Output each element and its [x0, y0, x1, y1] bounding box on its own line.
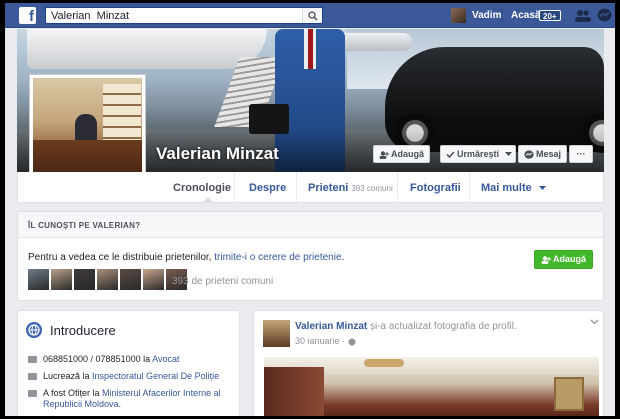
tab-more-label: Mai multe: [481, 182, 532, 194]
intro-card: Introducere 068851000 / 078851000 la Avo…: [17, 310, 240, 416]
timeline-tabs: Cronologie Despre Prieteni 393 comuni Fot…: [17, 172, 604, 203]
nav-divider: [501, 9, 502, 22]
post-date[interactable]: 30 ianuarie ·: [295, 336, 356, 346]
add-friend-button[interactable]: Adaugă: [373, 145, 430, 163]
profile-name[interactable]: Valerian Minzat: [156, 144, 279, 164]
mutual-friend-avatar[interactable]: [97, 269, 118, 290]
globe-icon: [26, 322, 42, 338]
post-photo-chandelier: [364, 359, 404, 367]
mutual-friends-count[interactable]: 393 de prieteni comuni: [172, 276, 273, 287]
message-label: Mesaj: [536, 149, 562, 159]
chevron-down-icon: [538, 185, 546, 190]
post-photo-curtain: [264, 367, 324, 416]
check-icon: [446, 151, 455, 159]
tab-friends-count: 393 comuni: [351, 184, 393, 193]
mutual-friend-avatar[interactable]: [28, 269, 49, 290]
home-badge: 20+: [539, 10, 561, 21]
tab-about[interactable]: Despre: [249, 182, 286, 194]
browser-frame: f Vadim Acasă 20+: [5, 3, 615, 416]
mutual-friend-avatar[interactable]: [74, 269, 95, 290]
intro-item-text: Lucrează la: [43, 371, 93, 381]
mutual-friend-avatar[interactable]: [120, 269, 141, 290]
intro-item-text: A fost Ofițer la: [43, 388, 103, 398]
search-input[interactable]: [51, 9, 301, 23]
intro-item-work: Lucrează la Inspectoratul General De Pol…: [28, 371, 219, 381]
know-person-panel: ÎL CUNOȘTI PE VALERIAN? Pentru a vedea c…: [17, 211, 604, 301]
message-button[interactable]: Mesaj: [518, 145, 567, 163]
tab-timeline[interactable]: Cronologie: [173, 182, 231, 194]
intro-title: Introducere: [50, 323, 116, 338]
timeline-post: Valerian Minzat și-a actualizat fotograf…: [253, 310, 604, 416]
more-options-button[interactable]: ···: [569, 145, 593, 163]
know-panel-header: ÎL CUNOȘTI PE VALERIAN?: [18, 212, 603, 238]
intro-item-link[interactable]: Avocat: [152, 354, 179, 364]
intro-item-link[interactable]: Inspectoratul General De Poliție: [92, 371, 219, 381]
messages-icon[interactable]: [597, 8, 612, 23]
add-friend-icon: [379, 150, 389, 159]
know-panel-text-before: Pentru a vedea ce le distribuie prieteni…: [28, 252, 215, 263]
intro-item-past-work: A fost Ofițer la Ministerul Afacerilor I…: [28, 388, 221, 398]
search-button[interactable]: [302, 8, 322, 23]
briefcase-icon: [28, 390, 37, 398]
cover-tie: [308, 29, 313, 69]
tab-divider: [397, 172, 398, 202]
intro-item-extra: .: [118, 399, 122, 409]
user-avatar[interactable]: [451, 8, 466, 23]
home-link[interactable]: Acasă: [511, 10, 540, 21]
user-name-link[interactable]: Vadim: [472, 10, 501, 21]
mutual-friend-avatar[interactable]: [51, 269, 72, 290]
chevron-down-icon[interactable]: [590, 319, 599, 325]
add-friend-icon: [541, 255, 551, 264]
search-icon: [308, 11, 318, 21]
following-button[interactable]: Urmărești: [440, 145, 516, 163]
add-friend-green-button[interactable]: Adaugă: [534, 250, 593, 269]
know-panel-text: Pentru a vedea ce le distribuie prieteni…: [28, 252, 344, 263]
briefcase-icon: [28, 356, 37, 364]
facebook-logo-icon[interactable]: f: [19, 7, 36, 24]
tab-divider: [469, 172, 470, 202]
chevron-down-icon: [504, 152, 512, 157]
briefcase-icon: [28, 373, 37, 381]
tab-photos[interactable]: Fotografii: [410, 182, 461, 194]
mutual-friend-avatar[interactable]: [143, 269, 164, 290]
post-photo-picture-frame: [554, 377, 584, 411]
post-photo[interactable]: [264, 357, 599, 416]
profile-picture-image: [33, 78, 142, 187]
post-date-text: 30 ianuarie ·: [295, 336, 348, 346]
following-label: Urmărești: [457, 149, 500, 159]
add-friend-green-label: Adaugă: [553, 254, 587, 264]
send-friend-request-link[interactable]: trimite-i o cerere de prietenie: [214, 252, 341, 263]
tab-friends[interactable]: Prieteni 393 comuni: [308, 182, 393, 194]
tab-friends-label: Prieteni: [308, 182, 349, 194]
intro-item-phone: 068851000 / 078851000 la Avocat: [28, 354, 179, 364]
top-navigation-bar: f Vadim Acasă 20+: [5, 3, 615, 28]
public-globe-icon: [348, 338, 356, 346]
profile-bookshelf: [103, 84, 141, 144]
messenger-icon: [524, 150, 534, 159]
intro-item-past-work-cont: Republicii Moldova.: [43, 399, 121, 409]
post-action-text: și-a actualizat fotografia de profil.: [370, 321, 517, 332]
post-author-avatar[interactable]: [263, 320, 290, 347]
search-box[interactable]: [45, 7, 323, 24]
intro-item-text: 068851000 / 078851000 la: [43, 354, 153, 364]
tab-divider: [234, 172, 235, 202]
add-friend-label: Adaugă: [391, 149, 425, 159]
tab-divider: [296, 172, 297, 202]
post-author-name[interactable]: Valerian Minzat: [295, 321, 367, 332]
intro-item-link[interactable]: Republicii Moldova: [43, 399, 119, 409]
intro-item-link[interactable]: Ministerul Afacerilor Interne al: [102, 388, 221, 398]
know-panel-title: ÎL CUNOȘTI PE VALERIAN?: [28, 221, 141, 230]
know-panel-text-after: .: [341, 252, 345, 263]
cover-jet: [27, 29, 267, 69]
friend-requests-icon[interactable]: [575, 9, 591, 22]
active-tab-indicator: [202, 197, 214, 203]
tab-more[interactable]: Mai multe: [481, 182, 546, 194]
